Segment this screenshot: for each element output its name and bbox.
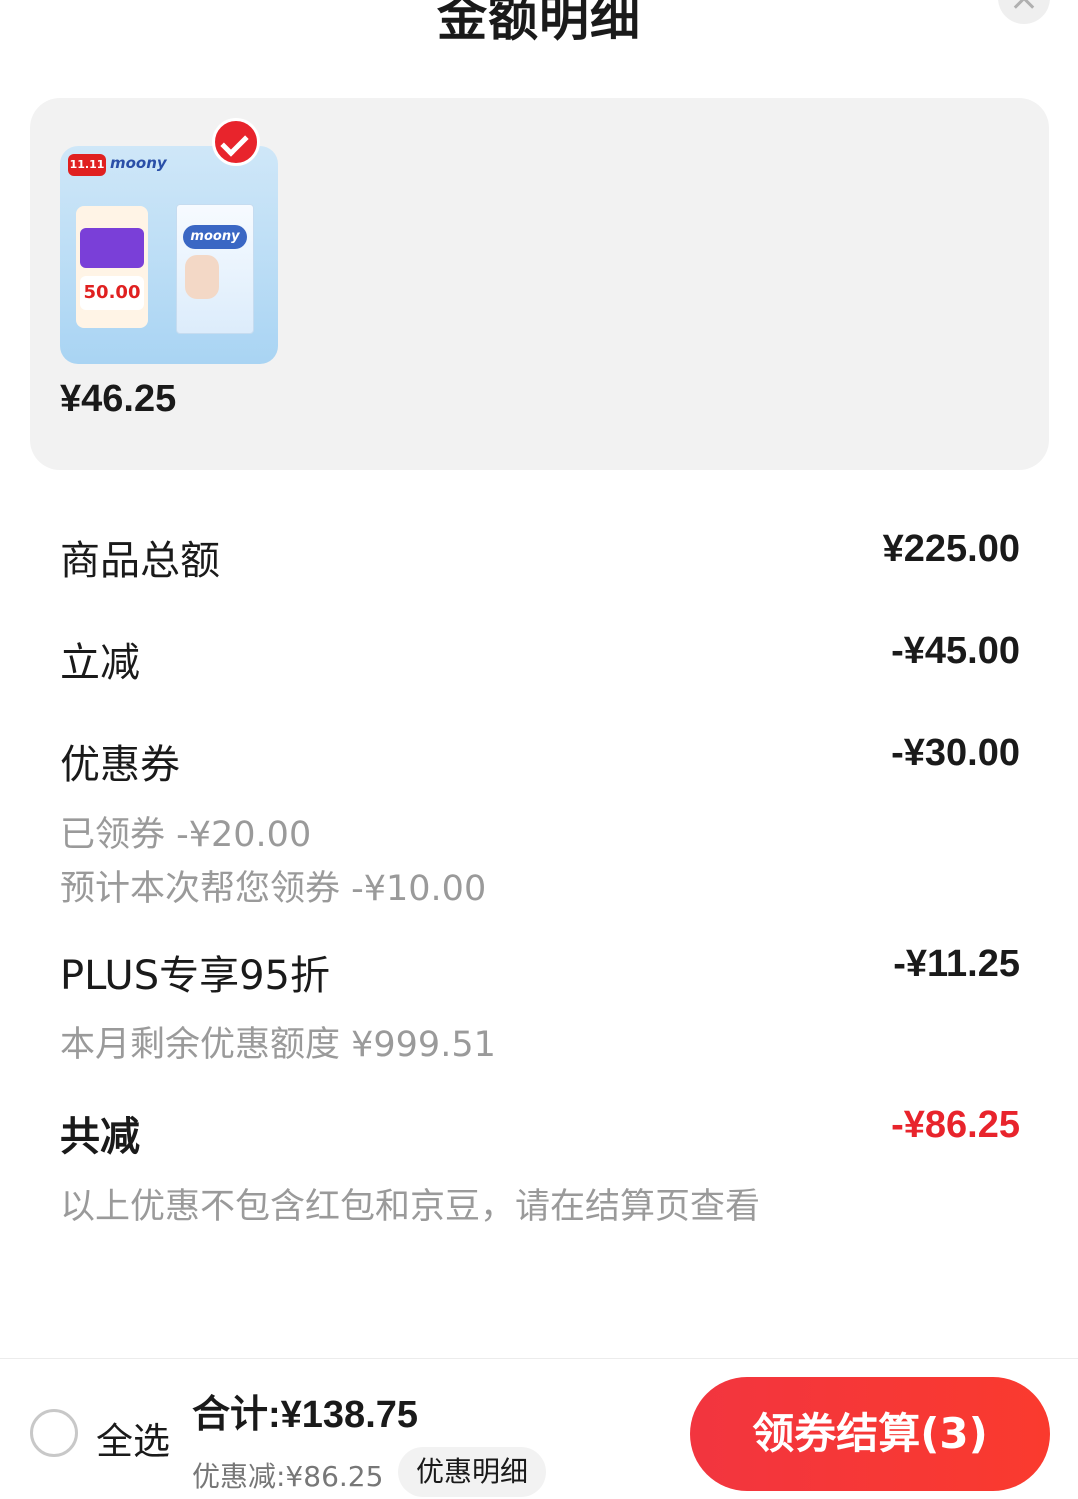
order-total: 合计:¥138.75 [192,1394,419,1436]
coupon-label: 优惠券 [60,742,180,788]
sheet-title: 金额明细 [437,0,641,47]
goods-total-value: ¥225.00 [882,528,1020,570]
select-all-label[interactable]: 全选 [96,1411,170,1465]
product-card: 11.11 moony 50.00 moony ¥46.25 [30,98,1049,470]
coupon-row: 优惠券 -¥30.00 [60,732,1020,788]
promo-panel: 50.00 [76,206,148,328]
plus-value: -¥11.25 [893,943,1020,985]
select-all-radio[interactable] [30,1409,78,1457]
product-thumbnail[interactable]: 11.11 moony 50.00 moony [60,146,278,364]
coupon-value: -¥30.00 [891,732,1020,774]
discount-detail-button[interactable]: 优惠明细 [398,1447,547,1497]
amount-detail-sheet: 金额明细 11.11 moony 50.00 moony ¥46.25 商品总额… [0,0,1078,1499]
promo-price: 50.00 [80,276,144,310]
promo-tag [80,228,144,268]
plus-label: PLUS专享95折 [60,953,330,999]
total-discount-label: 共减 [60,1114,140,1160]
package-brand: moony [183,225,247,249]
instant-discount-row: 立减 -¥45.00 [60,630,1020,686]
goods-total-label: 商品总额 [60,538,220,584]
goods-total-row: 商品总额 ¥225.00 [60,528,1020,584]
check-icon[interactable] [212,118,260,166]
plus-row: PLUS专享95折 -¥11.25 [60,943,1020,999]
baby-image [185,255,219,299]
coupon-auto-claim: 预计本次帮您领券 -¥10.00 [60,869,487,909]
promo-badge: 11.11 [68,154,106,176]
instant-discount-value: -¥45.00 [891,630,1020,672]
order-discount: 优惠减:¥86.25 [192,1460,384,1493]
total-discount-value: -¥86.25 [891,1104,1020,1146]
instant-discount-label: 立减 [60,640,140,686]
total-discount-row: 共减 -¥86.25 [60,1104,1020,1160]
plus-remaining: 本月剩余优惠额度 ¥999.51 [60,1025,496,1065]
checkout-button[interactable]: 领券结算(3) [690,1377,1050,1491]
discount-note: 以上优惠不包含红包和京豆，请在结算页查看 [60,1187,761,1227]
product-package: moony [176,204,254,334]
coupon-claimed: 已领券 -¥20.00 [60,815,312,855]
bottom-bar: 全选 合计:¥138.75 优惠减:¥86.25 优惠明细 领券结算(3) [0,1358,1078,1499]
brand-logo: moony [110,154,167,172]
product-price: ¥46.25 [60,378,177,420]
